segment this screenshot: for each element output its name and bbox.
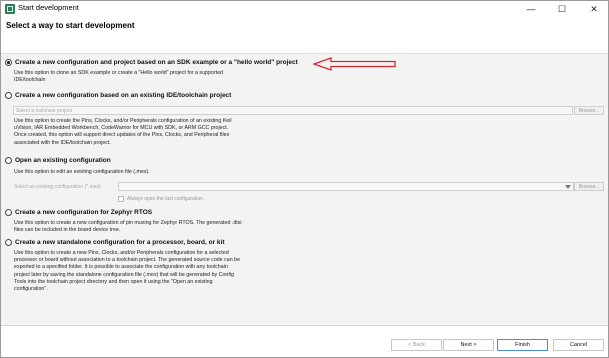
finish-button[interactable]: Finish bbox=[497, 339, 548, 351]
option-standalone[interactable]: Create a new standalone configuration fo… bbox=[5, 239, 225, 246]
existing-config-label: Select an existing configuration (*.mex) bbox=[14, 184, 101, 190]
desc-line: uVision, IAR Embedded Workbench, CodeWar… bbox=[14, 125, 229, 132]
option-label[interactable]: Create a new configuration and project b… bbox=[15, 59, 298, 66]
dialog-header: Select a way to start development bbox=[1, 17, 608, 54]
title-bar: Start development — ☐ ✕ bbox=[1, 1, 608, 17]
desc-line: Use this option to edit an existing conf… bbox=[14, 169, 150, 175]
desc-line: project later by saving the standalone c… bbox=[14, 271, 234, 278]
red-arrow-icon bbox=[313, 57, 396, 71]
option-description: Use this option to clone an SDK example … bbox=[14, 70, 284, 84]
desc-line: IDE/toolchain bbox=[14, 77, 46, 84]
option-label[interactable]: Create a new configuration for Zephyr RT… bbox=[15, 209, 152, 216]
always-open-checkbox[interactable] bbox=[118, 196, 124, 202]
desc-line: Tools into the toolchain project directo… bbox=[14, 278, 213, 285]
option-description: Use this option to edit an existing conf… bbox=[14, 169, 284, 176]
desc-line: files can be included in the board devic… bbox=[14, 227, 121, 234]
window-title: Start development bbox=[18, 3, 79, 12]
desc-line: Use this option to clone an SDK example … bbox=[14, 70, 223, 76]
close-icon[interactable]: ✕ bbox=[583, 1, 605, 17]
desc-line: Once created, this option will support d… bbox=[14, 132, 230, 139]
cancel-button[interactable]: Cancel bbox=[553, 339, 604, 351]
existing-config-select[interactable] bbox=[118, 182, 574, 191]
radio-zephyr[interactable] bbox=[5, 209, 12, 216]
desc-line: configuration". bbox=[14, 286, 48, 293]
options-panel: Create a new configuration and project b… bbox=[1, 54, 608, 326]
option-label[interactable]: Create a new standalone configuration fo… bbox=[15, 239, 225, 246]
start-development-dialog: Start development — ☐ ✕ Select a way to … bbox=[0, 0, 609, 358]
option-sdk-example[interactable]: Create a new configuration and project b… bbox=[5, 59, 298, 66]
next-button[interactable]: Next > bbox=[443, 339, 494, 351]
maximize-icon[interactable]: ☐ bbox=[551, 1, 573, 17]
browse-config-button[interactable]: Browse... bbox=[574, 182, 604, 191]
option-open-existing[interactable]: Open an existing configuration bbox=[5, 157, 111, 164]
option-existing-ide-project[interactable]: Create a new configuration based on an e… bbox=[5, 92, 231, 99]
radio-open-existing[interactable] bbox=[5, 157, 12, 164]
option-label[interactable]: Create a new configuration based on an e… bbox=[15, 92, 231, 99]
desc-line: Use this option to create a new configur… bbox=[14, 220, 242, 226]
option-label[interactable]: Open an existing configuration bbox=[15, 157, 111, 164]
app-logo-icon bbox=[5, 4, 15, 14]
option-description: Use this option to create the Pins, Cloc… bbox=[14, 118, 284, 147]
option-description: Use this option to create a new configur… bbox=[14, 220, 284, 234]
option-zephyr[interactable]: Create a new configuration for Zephyr RT… bbox=[5, 209, 152, 216]
option-description: Use this option to create a new Pins, Cl… bbox=[14, 250, 284, 293]
desc-line: exported to a specified folder. It is po… bbox=[14, 264, 228, 271]
minimize-icon[interactable]: — bbox=[520, 1, 542, 17]
toolchain-project-field[interactable]: Select a toolchain project bbox=[13, 106, 573, 115]
always-open-label: Always open the last configuration. bbox=[127, 196, 205, 202]
chevron-down-icon[interactable] bbox=[565, 185, 571, 189]
radio-standalone[interactable] bbox=[5, 239, 12, 246]
back-button[interactable]: < Back bbox=[391, 339, 442, 351]
browse-toolchain-button[interactable]: Browse... bbox=[574, 106, 604, 115]
radio-sdk-example[interactable] bbox=[5, 59, 12, 66]
desc-line: processor or board without association t… bbox=[14, 257, 241, 264]
desc-line: associated with the IDE/toolchain projec… bbox=[14, 139, 111, 146]
desc-line: Use this option to create the Pins, Cloc… bbox=[14, 118, 232, 124]
page-title: Select a way to start development bbox=[6, 21, 135, 30]
radio-existing-ide-project[interactable] bbox=[5, 92, 12, 99]
desc-line: Use this option to create a new Pins, Cl… bbox=[14, 250, 229, 256]
